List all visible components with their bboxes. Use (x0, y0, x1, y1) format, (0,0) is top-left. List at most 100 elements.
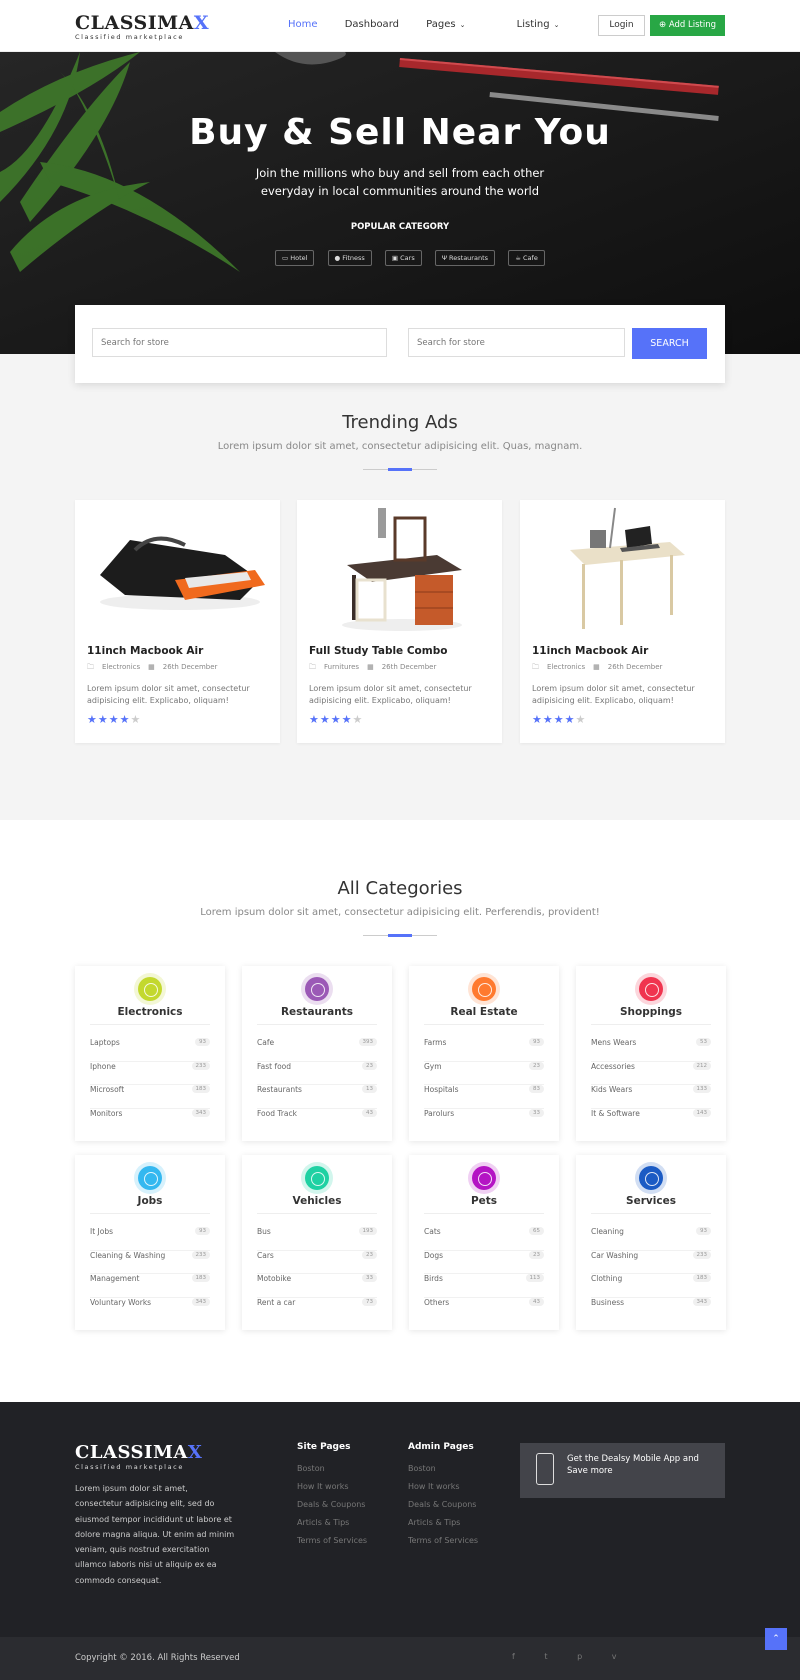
ad-card[interactable]: 11inch Macbook Air 🗀 Electronics ▦ 26th Dec… (520, 500, 725, 743)
product-image-study-table (297, 500, 502, 635)
subcategory-item[interactable]: It & Software 143 (591, 1108, 711, 1133)
search-button[interactable]: SEARCH (632, 328, 707, 359)
add-listing-button[interactable]: ⊕ Add Listing (650, 15, 725, 36)
subcategory-item[interactable]: Parolurs 33 (424, 1108, 544, 1133)
popular-restaurants[interactable]: Ψ Restaurants (434, 250, 496, 266)
vimeo-icon[interactable]: v (612, 1652, 617, 1661)
subcategory-item[interactable]: Kids Wears 133 (591, 1085, 711, 1109)
category-title[interactable]: Electronics (75, 1006, 225, 1018)
subcategory-label: Laptops (90, 1038, 120, 1047)
ad-category[interactable]: Electronics (102, 663, 140, 671)
twitter-icon[interactable]: t (544, 1652, 547, 1661)
scroll-to-top-button[interactable]: ⌃ (765, 1628, 787, 1650)
car-icon (305, 1166, 329, 1190)
footer-link[interactable]: Boston (408, 1464, 478, 1482)
category-title[interactable]: Shoppings (576, 1006, 726, 1018)
ad-card[interactable]: Full Study Table Combo 🗀 Furnitures ▦ 26th … (297, 500, 502, 743)
category-title[interactable]: Jobs (75, 1195, 225, 1207)
subcategory-item[interactable]: Voluntary Works 343 (90, 1297, 210, 1322)
popular-category-list: ▭ Hotel ● Fitness ▣ Cars Ψ Restaurants ☕… (275, 245, 553, 266)
login-button[interactable]: Login (598, 15, 645, 36)
subcategory-item[interactable]: Rent a car 73 (257, 1297, 377, 1322)
footer-link[interactable]: How It works (408, 1482, 478, 1500)
nav-home[interactable]: Home (288, 19, 318, 30)
footer-link[interactable]: Terms of Services (297, 1536, 367, 1554)
category-card[interactable]: Restaurants Cafe 393 Fast food 23 Restaurants… (242, 966, 392, 1141)
subcategory-item[interactable]: Others 43 (424, 1297, 544, 1322)
category-title[interactable]: Pets (409, 1195, 559, 1207)
star-filled-icon: ★ (341, 713, 353, 726)
subcategory-item[interactable]: Monitors 343 (90, 1108, 210, 1133)
nav-pages[interactable]: Pages ⌄ (426, 19, 489, 30)
star-filled-icon: ★ (87, 713, 98, 726)
subcategory-item[interactable]: Cleaning & Washing 233 (90, 1250, 210, 1274)
footer-link[interactable]: Articls & Tips (297, 1518, 367, 1536)
subcategory-item[interactable]: Food Track 43 (257, 1108, 377, 1133)
category-title[interactable]: Restaurants (242, 1006, 392, 1018)
mobile-app-promo[interactable]: Get the Dealsy Mobile App and Save more (520, 1443, 725, 1498)
footer-logo[interactable]: CLASSIMAX Classified marketplace (75, 1442, 202, 1471)
pinterest-icon[interactable]: p (577, 1652, 582, 1661)
location-search-input[interactable] (408, 328, 625, 357)
logo-tagline: Classified marketplace (75, 1463, 184, 1471)
subcategory-item[interactable]: Hospitals 83 (424, 1085, 544, 1109)
store-search-input[interactable] (92, 328, 387, 357)
subcategory-item[interactable]: Birds 113 (424, 1274, 544, 1298)
subcategory-item[interactable]: Management 183 (90, 1274, 210, 1298)
footer-link[interactable]: Deals & Coupons (408, 1500, 478, 1518)
subcategory-item[interactable]: Cats 65 (424, 1227, 544, 1251)
category-card[interactable]: Real Estate Farms 93 Gym 23 Hospitals 83 Parolu… (409, 966, 559, 1141)
ad-title[interactable]: 11inch Macbook Air (532, 645, 648, 657)
subcategory-item[interactable]: Cars 23 (257, 1250, 377, 1274)
subcategory-item[interactable]: Business 343 (591, 1297, 711, 1322)
category-card[interactable]: Electronics Laptops 93 Iphone 233 Microsoft 18… (75, 966, 225, 1141)
nav-dashboard[interactable]: Dashboard (345, 19, 399, 30)
subcategory-count: 233 (692, 1250, 711, 1259)
subcategory-item[interactable]: Gym 23 (424, 1061, 544, 1085)
subcategory-item[interactable]: Microsoft 183 (90, 1085, 210, 1109)
subcategory-item[interactable]: Clothing 183 (591, 1274, 711, 1298)
subcategory-item[interactable]: Bus 193 (257, 1227, 377, 1251)
footer-link[interactable]: Articls & Tips (408, 1518, 478, 1536)
category-card[interactable]: Shoppings Mens Wears 53 Accessories 212 Kids … (576, 966, 726, 1141)
subcategory-item[interactable]: Farms 93 (424, 1038, 544, 1062)
footer-link[interactable]: How It works (297, 1482, 367, 1500)
subcategory-item[interactable]: Dogs 23 (424, 1250, 544, 1274)
nav-listing[interactable]: Listing ⌄ (517, 19, 584, 30)
subcategory-item[interactable]: Laptops 93 (90, 1038, 210, 1062)
subcategory-item[interactable]: Motobike 33 (257, 1274, 377, 1298)
popular-hotel[interactable]: ▭ Hotel (275, 250, 315, 266)
popular-cafe[interactable]: ☕ Cafe (508, 250, 545, 266)
category-title[interactable]: Vehicles (242, 1195, 392, 1207)
footer-link[interactable]: Deals & Coupons (297, 1500, 367, 1518)
subcategory-item[interactable]: Mens Wears 53 (591, 1038, 711, 1062)
category-card[interactable]: Jobs It Jobs 93 Cleaning & Washing 233 Manage… (75, 1155, 225, 1330)
subcategory-item[interactable]: Fast food 23 (257, 1061, 377, 1085)
category-card[interactable]: Pets Cats 65 Dogs 23 Birds 113 Others 43 (409, 1155, 559, 1330)
subcategory-item[interactable]: Iphone 233 (90, 1061, 210, 1085)
subcategory-label: Kids Wears (591, 1085, 633, 1094)
ad-card[interactable]: 11inch Macbook Air 🗀 Electronics ▦ 26th Dec… (75, 500, 280, 743)
ad-category[interactable]: Furnitures (324, 663, 359, 671)
ad-title[interactable]: 11inch Macbook Air (87, 645, 203, 657)
category-card[interactable]: Services Cleaning 93 Car Washing 233 Clothing… (576, 1155, 726, 1330)
popular-fitness[interactable]: ● Fitness (327, 250, 372, 266)
site-logo[interactable]: CLASSIMAX Classified marketplace (75, 12, 209, 41)
subcategory-item[interactable]: Car Washing 233 (591, 1250, 711, 1274)
ad-title[interactable]: Full Study Table Combo (309, 645, 447, 657)
subcategory-item[interactable]: Cafe 393 (257, 1038, 377, 1062)
facebook-icon[interactable]: f (512, 1652, 515, 1661)
subcategory-count: 93 (195, 1227, 210, 1235)
category-title[interactable]: Real Estate (409, 1006, 559, 1018)
category-card[interactable]: Vehicles Bus 193 Cars 23 Motobike 33 Rent a car… (242, 1155, 392, 1330)
footer-link[interactable]: Boston (297, 1464, 367, 1482)
subcategory-item[interactable]: Accessories 212 (591, 1061, 711, 1085)
subcategory-item[interactable]: It Jobs 93 (90, 1227, 210, 1251)
subcategory-item[interactable]: Restaurants 13 (257, 1085, 377, 1109)
ad-category[interactable]: Electronics (547, 663, 585, 671)
category-title[interactable]: Services (576, 1195, 726, 1207)
subcategory-label: Parolurs (424, 1108, 455, 1118)
footer-link[interactable]: Terms of Services (408, 1536, 478, 1554)
popular-cars[interactable]: ▣ Cars (384, 250, 422, 266)
subcategory-item[interactable]: Cleaning 93 (591, 1227, 711, 1251)
